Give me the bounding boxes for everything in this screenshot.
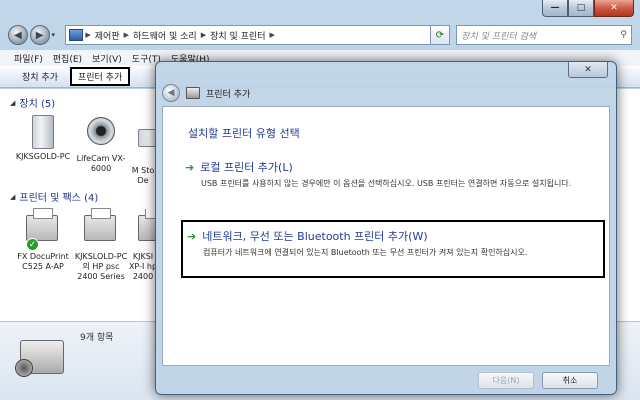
device-item[interactable]: M Sto De bbox=[128, 115, 158, 186]
device-item[interactable]: KJKSGOLD-PC bbox=[14, 115, 72, 162]
option-network-title: 네트워크, 무선 또는 Bluetooth 프린터 추가(W) bbox=[202, 230, 428, 243]
address-bar[interactable]: ▶ 제어판 ▶ 하드웨어 및 소리 ▶ 장치 및 프린터 ▶ bbox=[65, 25, 431, 45]
add-device-button[interactable]: 장치 추가 bbox=[16, 68, 64, 85]
devices-printers-large-icon bbox=[15, 340, 64, 377]
wizard-header: ◀ 프린터 추가 bbox=[162, 82, 250, 104]
forward-button[interactable]: ▶ bbox=[29, 25, 50, 45]
back-arrow-icon: ◀ bbox=[14, 29, 22, 41]
maximize-button[interactable]: □ bbox=[568, 0, 594, 17]
wizard-heading: 설치할 프린터 유형 선택 bbox=[188, 127, 300, 140]
option-local-description: USB 프린터를 사용하지 않는 경우에만 이 옵션을 선택하십시오. USB … bbox=[201, 179, 572, 188]
webcam-icon bbox=[84, 117, 118, 151]
breadcrumb-control-panel[interactable]: 제어판 bbox=[95, 29, 120, 42]
printer-icon: ✓ bbox=[26, 208, 60, 251]
device-item[interactable]: LifeCam VX-6000 bbox=[72, 115, 130, 174]
wizard-body: 설치할 프린터 유형 선택 ➔ 로컬 프린터 추가(L) USB 프린터를 사용… bbox=[162, 106, 610, 366]
wizard-footer: 다음(N) 취소 bbox=[162, 366, 610, 394]
breadcrumb-separator-icon[interactable]: ▶ bbox=[270, 31, 275, 39]
storage-icon bbox=[128, 129, 158, 163]
next-button[interactable]: 다음(N) bbox=[478, 371, 534, 389]
menu-file[interactable]: 파일(F) bbox=[14, 52, 43, 65]
forward-arrow-icon: ▶ bbox=[35, 29, 44, 41]
search-placeholder: 장치 및 프린터 검색 bbox=[461, 31, 537, 42]
back-button[interactable]: ◀ bbox=[8, 25, 28, 45]
breadcrumb-separator-icon[interactable]: ▶ bbox=[201, 31, 206, 39]
control-panel-icon bbox=[69, 29, 84, 41]
device-label: M Sto De bbox=[131, 166, 155, 185]
menu-edit[interactable]: 편집(E) bbox=[53, 52, 82, 65]
minimize-button[interactable]: — bbox=[542, 0, 568, 17]
devices-group-label: 장치 (5) bbox=[19, 99, 56, 110]
printer-icon bbox=[128, 209, 158, 249]
pc-icon bbox=[26, 115, 60, 149]
wizard-close-button[interactable]: ✕ bbox=[568, 62, 608, 78]
device-label: LifeCam VX-6000 bbox=[76, 154, 126, 173]
history-dropdown-icon[interactable]: ▾ bbox=[52, 31, 62, 39]
printer-label: KJKSLOLD-PC의 HP psc 2400 Series bbox=[74, 252, 128, 281]
breadcrumb-separator-icon[interactable]: ▶ bbox=[85, 31, 90, 39]
printer-icon bbox=[84, 208, 118, 249]
search-icon[interactable]: ⚲ bbox=[620, 30, 627, 40]
window-caption-buttons: — □ ✕ bbox=[542, 0, 634, 18]
default-printer-check-icon: ✓ bbox=[26, 238, 39, 251]
add-local-printer-option[interactable]: ➔ 로컬 프린터 추가(L) USB 프린터를 사용하지 않는 경우에만 이 옵… bbox=[185, 159, 603, 189]
cancel-button[interactable]: 취소 bbox=[542, 371, 598, 389]
add-printer-wizard-dialog: ✕ ◀ 프린터 추가 설치할 프린터 유형 선택 ➔ 로컬 프린터 추가(L) … bbox=[155, 61, 617, 395]
printer-item[interactable]: ✓ FX DocuPrint C525 A-AP bbox=[14, 208, 72, 272]
add-printer-button[interactable]: 프린터 추가 bbox=[69, 67, 131, 86]
printer-item[interactable]: KJKSLOLD-PC의 HP psc 2400 Series bbox=[72, 208, 130, 282]
navigation-row: ◀ ▶ ▾ ▶ 제어판 ▶ 하드웨어 및 소리 ▶ 장치 및 프린터 ▶ ⟳ 장… bbox=[8, 24, 632, 46]
printer-label: KJKSI XP-I hp 2400 bbox=[128, 252, 158, 281]
breadcrumb-hardware-sound[interactable]: 하드웨어 및 소리 bbox=[133, 29, 197, 42]
menu-view[interactable]: 보기(V) bbox=[92, 52, 122, 65]
back-arrow-icon: ◀ bbox=[167, 88, 175, 98]
option-network-description: 컴퓨터가 네트워크에 연결되어 있는지 Bluetooth 또는 무선 프린터가… bbox=[203, 248, 528, 257]
option-local-title: 로컬 프린터 추가(L) bbox=[200, 161, 293, 174]
breadcrumb-devices-printers[interactable]: 장치 및 프린터 bbox=[210, 29, 265, 42]
printer-label: FX DocuPrint C525 A-AP bbox=[17, 252, 69, 271]
devices-group-header[interactable]: ◢ 장치 (5) bbox=[10, 95, 56, 111]
printers-group-header[interactable]: ◢ 프린터 및 팩스 (4) bbox=[10, 189, 99, 205]
add-network-printer-option[interactable]: ➔ 네트워크, 무선 또는 Bluetooth 프린터 추가(W) 컴퓨터가 네… bbox=[181, 220, 605, 278]
collapse-triangle-icon[interactable]: ◢ bbox=[10, 99, 15, 107]
green-arrow-icon: ➔ bbox=[187, 229, 197, 243]
breadcrumb-separator-icon[interactable]: ▶ bbox=[124, 31, 129, 39]
device-label: KJKSGOLD-PC bbox=[15, 152, 71, 161]
printers-group-label: 프린터 및 팩스 (4) bbox=[19, 193, 99, 204]
printer-item[interactable]: KJKSI XP-I hp 2400 bbox=[128, 209, 158, 282]
item-count: 9개 항목 bbox=[80, 333, 114, 343]
green-arrow-icon: ➔ bbox=[185, 160, 195, 174]
close-button[interactable]: ✕ bbox=[594, 0, 634, 17]
collapse-triangle-icon[interactable]: ◢ bbox=[10, 193, 15, 201]
search-input[interactable]: 장치 및 프린터 검색 ⚲ bbox=[456, 25, 632, 45]
wizard-title: 프린터 추가 bbox=[206, 89, 251, 100]
printer-icon bbox=[186, 87, 200, 99]
refresh-button[interactable]: ⟳ bbox=[430, 25, 451, 45]
refresh-icon: ⟳ bbox=[435, 29, 445, 41]
wizard-back-button[interactable]: ◀ bbox=[162, 84, 180, 102]
